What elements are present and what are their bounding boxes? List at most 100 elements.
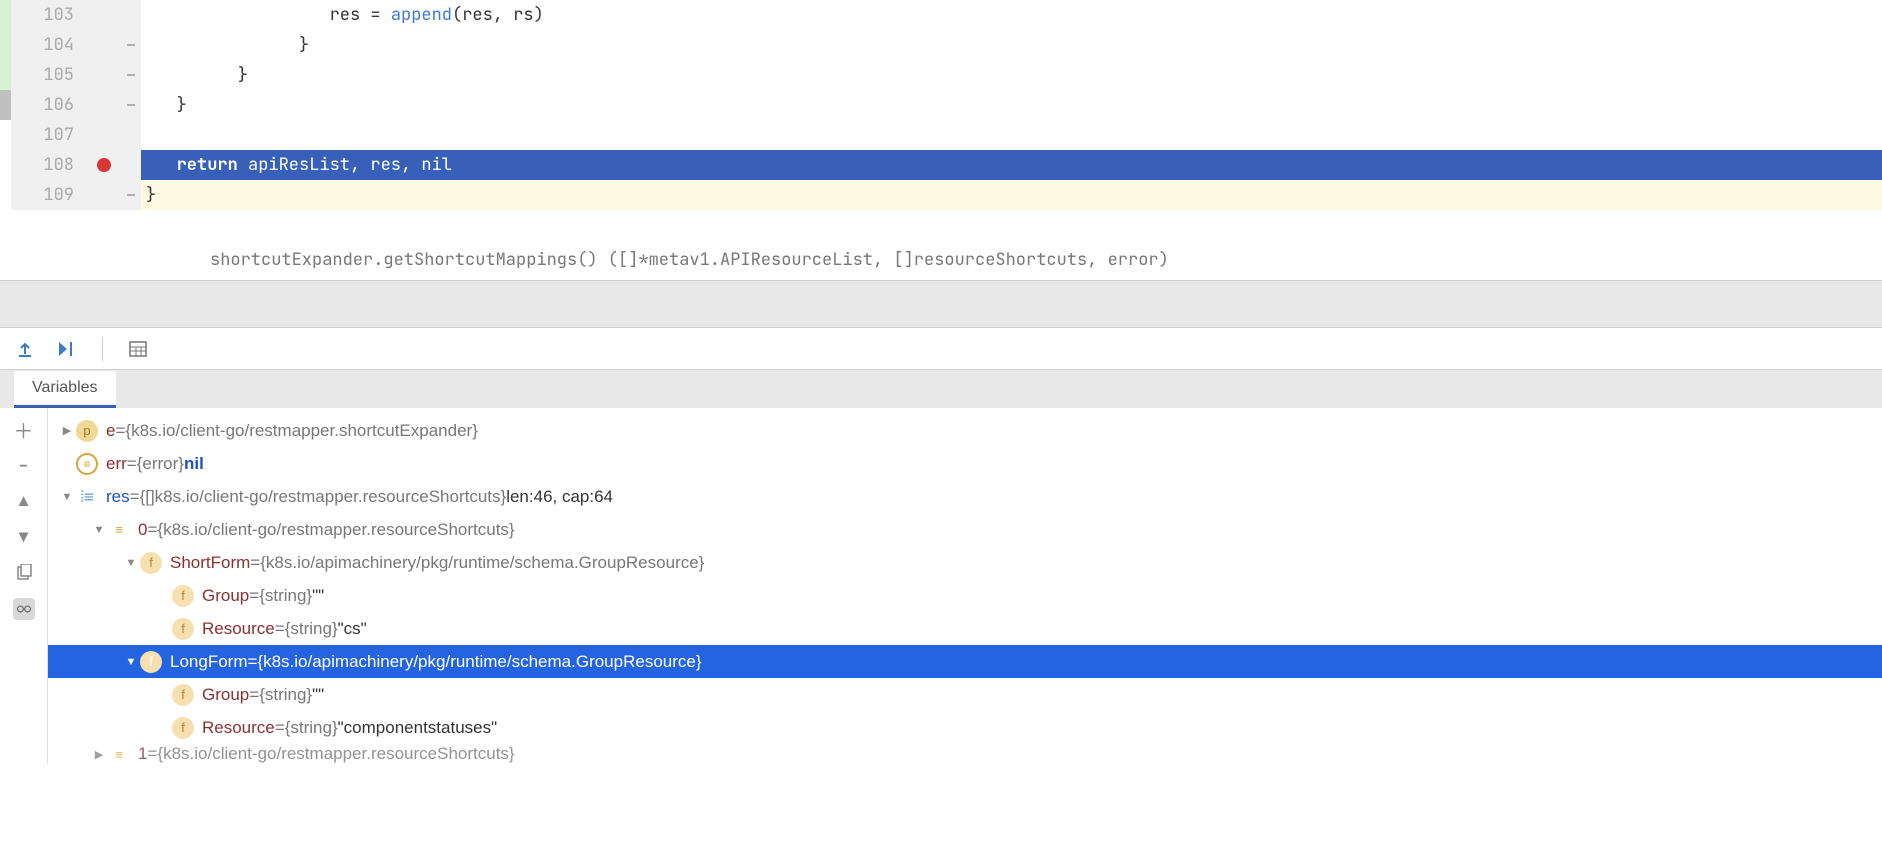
variable-row[interactable]: ≡1 = {k8s.io/client-go/restmapper.resour… bbox=[48, 744, 1882, 764]
breakpoint-gutter[interactable] bbox=[86, 120, 121, 150]
line-number[interactable]: 108 bbox=[11, 150, 86, 180]
variable-name: LongForm bbox=[170, 652, 247, 672]
variables-tree[interactable]: pe = {k8s.io/client-go/restmapper.shortc… bbox=[48, 408, 1882, 764]
debug-toolbar bbox=[0, 328, 1882, 370]
evaluate-icon[interactable] bbox=[127, 338, 149, 360]
code-editor[interactable]: 103 res = append(res, rs)104 }105 }106 }… bbox=[0, 0, 1882, 280]
variable-row[interactable]: pe = {k8s.io/client-go/restmapper.shortc… bbox=[48, 414, 1882, 447]
code-line[interactable]: 107 bbox=[0, 120, 1882, 150]
tab-variables[interactable]: Variables bbox=[14, 371, 116, 408]
move-down-icon[interactable]: ▼ bbox=[13, 526, 35, 548]
fold-gutter[interactable] bbox=[121, 120, 141, 150]
code-text[interactable]: res = append(res, rs) bbox=[141, 0, 1882, 30]
variable-row[interactable]: fGroup = {string} "" bbox=[48, 579, 1882, 612]
run-to-cursor-icon[interactable] bbox=[56, 338, 78, 360]
fold-gutter[interactable] bbox=[121, 150, 141, 180]
line-number[interactable]: 107 bbox=[11, 120, 86, 150]
breakpoint-gutter[interactable] bbox=[86, 30, 121, 60]
variable-type: {k8s.io/client-go/restmapper.shortcutExp… bbox=[125, 421, 477, 441]
fold-marker-icon[interactable] bbox=[127, 194, 135, 196]
variable-value: "cs" bbox=[338, 619, 367, 639]
breakpoint-gutter[interactable] bbox=[86, 0, 121, 30]
variable-extra: len:46, cap:64 bbox=[506, 487, 613, 507]
expander-icon[interactable] bbox=[58, 424, 76, 437]
type-badge-icon: f bbox=[172, 684, 194, 706]
fold-marker-icon[interactable] bbox=[127, 74, 135, 76]
variable-type: {k8s.io/client-go/restmapper.resourceSho… bbox=[157, 520, 514, 540]
expander-icon[interactable] bbox=[90, 748, 108, 761]
change-marker bbox=[0, 120, 11, 150]
type-badge-icon: f bbox=[140, 552, 162, 574]
step-out-icon[interactable] bbox=[14, 338, 36, 360]
code-text[interactable] bbox=[141, 120, 1882, 150]
fold-gutter[interactable] bbox=[121, 0, 141, 30]
code-line[interactable]: 106 } bbox=[0, 90, 1882, 120]
panel-separator[interactable] bbox=[0, 280, 1882, 328]
type-badge-icon: ≡ bbox=[108, 519, 130, 541]
expander-icon[interactable] bbox=[90, 524, 108, 536]
fold-gutter[interactable] bbox=[121, 180, 141, 210]
code-line[interactable]: 105 } bbox=[0, 60, 1882, 90]
type-badge-icon: ≡ bbox=[76, 453, 98, 475]
change-marker bbox=[0, 180, 11, 210]
fold-gutter[interactable] bbox=[121, 90, 141, 120]
breakpoint-gutter[interactable] bbox=[86, 180, 121, 210]
line-number[interactable]: 106 bbox=[11, 90, 86, 120]
variable-row[interactable]: fResource = {string} "componentstatuses" bbox=[48, 711, 1882, 744]
copy-icon[interactable] bbox=[13, 562, 35, 584]
variable-type: {[]k8s.io/client-go/restmapper.resourceS… bbox=[140, 487, 507, 507]
line-number[interactable]: 109 bbox=[11, 180, 86, 210]
type-badge-icon: f bbox=[172, 618, 194, 640]
breakpoint-gutter[interactable] bbox=[86, 90, 121, 120]
variable-row[interactable]: fResource = {string} "cs" bbox=[48, 612, 1882, 645]
line-number[interactable]: 104 bbox=[11, 30, 86, 60]
type-badge-icon: ≡ bbox=[108, 744, 130, 764]
fold-gutter[interactable] bbox=[121, 30, 141, 60]
change-marker bbox=[0, 0, 11, 30]
fold-marker-icon[interactable] bbox=[127, 104, 135, 106]
variable-value: nil bbox=[184, 454, 204, 474]
variable-row[interactable]: ⦙≡res = {[]k8s.io/client-go/restmapper.r… bbox=[48, 480, 1882, 513]
variable-name: 1 bbox=[138, 744, 147, 764]
variable-value: "" bbox=[312, 586, 324, 606]
variable-row[interactable]: ≡err = {error} nil bbox=[48, 447, 1882, 480]
code-text[interactable]: return apiResList, res, nil bbox=[141, 150, 1882, 180]
variable-type: {k8s.io/client-go/restmapper.resourceSho… bbox=[157, 744, 514, 764]
breakpoint-icon[interactable] bbox=[97, 158, 111, 172]
code-text[interactable]: } bbox=[141, 30, 1882, 60]
code-text[interactable]: } bbox=[141, 60, 1882, 90]
debug-tabs: Variables bbox=[0, 370, 1882, 408]
variable-type: {string} bbox=[285, 718, 338, 738]
expander-icon[interactable] bbox=[122, 557, 140, 569]
code-line[interactable]: 103 res = append(res, rs) bbox=[0, 0, 1882, 30]
type-badge-icon: ⦙≡ bbox=[76, 486, 98, 508]
variable-row[interactable]: fShortForm = {k8s.io/apimachinery/pkg/ru… bbox=[48, 546, 1882, 579]
variable-row[interactable]: ≡0 = {k8s.io/client-go/restmapper.resour… bbox=[48, 513, 1882, 546]
type-badge-icon: p bbox=[76, 420, 98, 442]
line-number[interactable]: 105 bbox=[11, 60, 86, 90]
variable-type: {string} bbox=[285, 619, 338, 639]
fold-marker-icon[interactable] bbox=[127, 44, 135, 46]
code-line[interactable]: 104 } bbox=[0, 30, 1882, 60]
variable-row[interactable]: fLongForm = {k8s.io/apimachinery/pkg/run… bbox=[48, 645, 1882, 678]
variable-name: Resource bbox=[202, 718, 275, 738]
variable-name: e bbox=[106, 421, 115, 441]
move-up-icon[interactable]: ▲ bbox=[13, 490, 35, 512]
expander-icon[interactable] bbox=[122, 656, 140, 668]
add-watch-icon[interactable]: ＋ bbox=[13, 418, 35, 440]
variable-name: err bbox=[106, 454, 127, 474]
remove-watch-icon[interactable]: − bbox=[13, 454, 35, 476]
line-number[interactable]: 103 bbox=[11, 0, 86, 30]
breadcrumb-text: shortcutExpander.getShortcutMappings() (… bbox=[210, 249, 1169, 271]
breakpoint-gutter[interactable] bbox=[86, 150, 121, 180]
variable-row[interactable]: fGroup = {string} "" bbox=[48, 678, 1882, 711]
code-text[interactable]: } bbox=[141, 90, 1882, 120]
code-line[interactable]: 109} bbox=[0, 180, 1882, 210]
change-marker bbox=[0, 90, 11, 120]
expander-icon[interactable] bbox=[58, 491, 76, 503]
code-line[interactable]: 108 return apiResList, res, nil bbox=[0, 150, 1882, 180]
code-text[interactable]: } bbox=[141, 180, 1882, 210]
glasses-icon[interactable] bbox=[13, 598, 35, 620]
fold-gutter[interactable] bbox=[121, 60, 141, 90]
breakpoint-gutter[interactable] bbox=[86, 60, 121, 90]
